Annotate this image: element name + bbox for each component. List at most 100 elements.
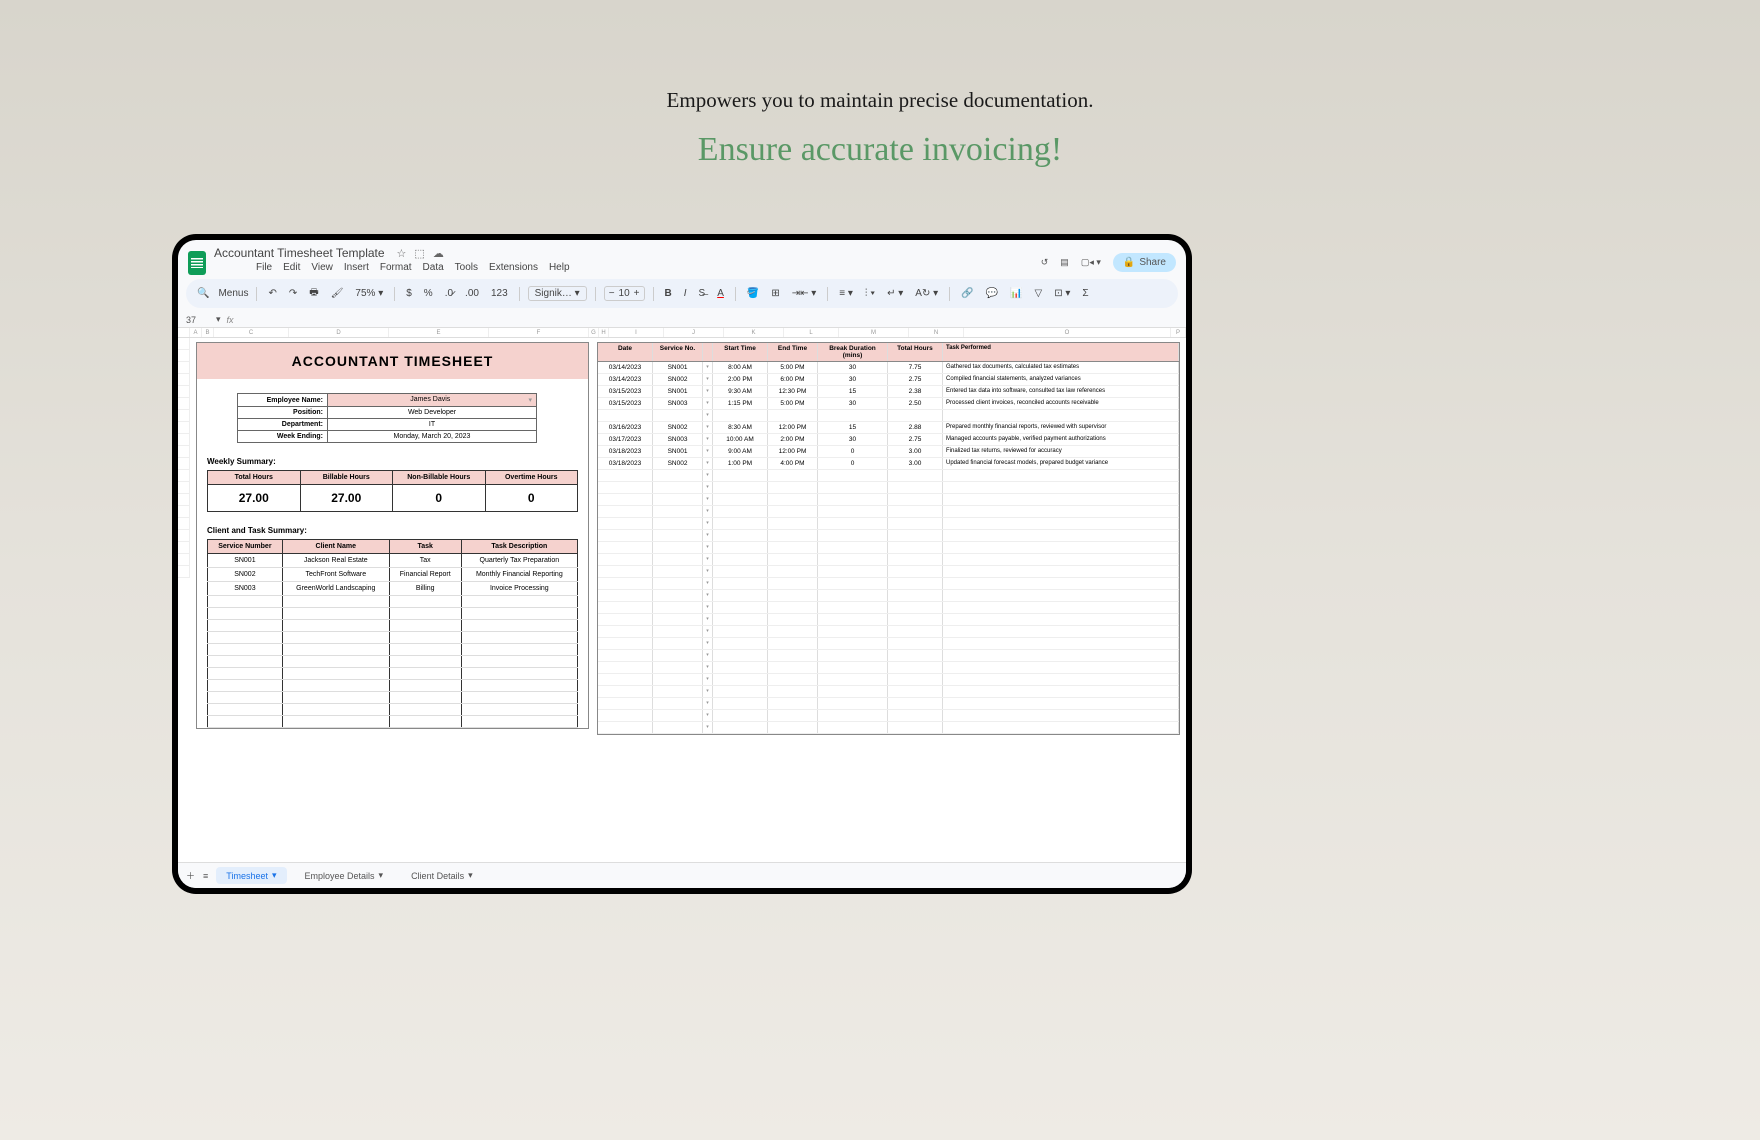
decimal-decrease-icon[interactable]: .0̷ (442, 286, 456, 301)
table-row[interactable]: ▾ (598, 542, 1179, 554)
week-ending-cell[interactable]: Monday, March 20, 2023 (328, 431, 537, 443)
tab-employee-details[interactable]: Employee Details ▾ (295, 867, 394, 884)
menu-insert[interactable]: Insert (344, 262, 369, 273)
font-size-input[interactable]: − 10 + (604, 286, 645, 301)
position-cell[interactable]: Web Developer (328, 407, 537, 419)
print-icon[interactable]: 🖶 (306, 283, 321, 304)
font-select[interactable]: Signik… ▾ (528, 286, 587, 301)
table-row[interactable]: ▾ (598, 638, 1179, 650)
table-row[interactable]: 03/14/2023SN002▾2:00 PM6:00 PM302.75Comp… (598, 374, 1179, 386)
all-sheets-icon[interactable]: ≡ (203, 871, 208, 881)
valign-icon[interactable]: ⫶ ▾ (862, 286, 878, 301)
table-row[interactable]: ▾ (598, 650, 1179, 662)
billable-hours-value: 27.00 (301, 485, 393, 511)
cloud-icon[interactable]: ☁ (433, 247, 444, 260)
table-row[interactable]: ▾ (598, 710, 1179, 722)
search-menus-label[interactable]: Menus (218, 288, 248, 299)
italic-icon[interactable]: I (681, 286, 690, 301)
add-sheet-icon[interactable]: ＋ (186, 869, 195, 882)
table-row[interactable]: ▾ (598, 662, 1179, 674)
menu-tools[interactable]: Tools (455, 262, 478, 273)
filter-icon[interactable]: ▽ (1032, 286, 1046, 301)
app-screen: Accountant Timesheet Template ☆ ⬚ ☁ File… (178, 240, 1186, 888)
table-row[interactable]: 03/17/2023SN003▾10:00 AM2:00 PM302.75Man… (598, 434, 1179, 446)
table-row[interactable]: ▾ (598, 470, 1179, 482)
merge-icon[interactable]: ⇥⇤ ▾ (789, 286, 820, 301)
functions-icon[interactable]: Σ (1079, 286, 1091, 301)
wrap-icon[interactable]: ↵ ▾ (884, 286, 906, 301)
timesheet-title: ACCOUNTANT TIMESHEET (197, 343, 588, 379)
menu-file[interactable]: File (256, 262, 272, 273)
table-row[interactable]: ▾ (598, 566, 1179, 578)
table-row[interactable]: 03/18/2023SN001▾9:00 AM12:00 PM03.00Fina… (598, 446, 1179, 458)
share-button[interactable]: 🔒 Share (1113, 253, 1176, 272)
table-row[interactable]: ▾ (598, 518, 1179, 530)
formula-bar[interactable]: 37 ▾ fx (178, 312, 1186, 328)
zoom-select[interactable]: 75% ▾ (352, 286, 386, 301)
tab-client-details[interactable]: Client Details ▾ (401, 867, 483, 884)
row-headers[interactable] (178, 338, 190, 862)
sheets-icon[interactable] (188, 251, 206, 275)
menu-extensions[interactable]: Extensions (489, 262, 538, 273)
redo-icon[interactable]: ↷ (286, 286, 300, 301)
tab-timesheet[interactable]: Timesheet ▾ (216, 867, 286, 884)
fill-color-icon[interactable]: 🪣 (744, 286, 762, 301)
star-icon[interactable]: ☆ (397, 247, 407, 260)
table-row[interactable]: ▾ (598, 626, 1179, 638)
share-label: Share (1139, 257, 1166, 268)
undo-icon[interactable]: ↶ (265, 286, 279, 301)
table-row[interactable]: ▾ (598, 506, 1179, 518)
table-row[interactable]: ▾ (598, 494, 1179, 506)
table-row[interactable]: ▾ (598, 602, 1179, 614)
table-row[interactable]: ▾ (598, 674, 1179, 686)
table-row[interactable]: ▾ (598, 590, 1179, 602)
cell-reference[interactable]: 37 (186, 315, 216, 325)
paint-format-icon[interactable]: 🖌 (328, 286, 347, 301)
menu-data[interactable]: Data (423, 262, 444, 273)
department-cell[interactable]: IT (328, 419, 537, 431)
table-row[interactable]: ▾ (598, 722, 1179, 734)
filter-views-icon[interactable]: ⊡ ▾ (1051, 286, 1073, 301)
rotate-icon[interactable]: A↻ ▾ (912, 286, 941, 301)
search-icon[interactable]: 🔍 (194, 286, 212, 301)
table-row[interactable]: ▾ (598, 410, 1179, 422)
table-row[interactable]: 03/15/2023SN001▾9:30 AM12:30 PM152.38Ent… (598, 386, 1179, 398)
halign-icon[interactable]: ≡ ▾ (836, 286, 856, 301)
table-row[interactable]: 03/18/2023SN002▾1:00 PM4:00 PM03.00Updat… (598, 458, 1179, 470)
table-row[interactable]: 03/15/2023SN003▾1:15 PM5:00 PM302.50Proc… (598, 398, 1179, 410)
table-row[interactable]: ▾ (598, 614, 1179, 626)
table-row[interactable]: 03/14/2023SN001▾8:00 AM5:00 PM307.75Gath… (598, 362, 1179, 374)
decimal-increase-icon[interactable]: .00 (462, 286, 482, 301)
table-row[interactable]: ▾ (598, 686, 1179, 698)
bold-icon[interactable]: B (662, 286, 675, 301)
table-row[interactable]: ▾ (598, 698, 1179, 710)
table-row[interactable]: ▾ (598, 482, 1179, 494)
text-color-icon[interactable]: A (714, 286, 727, 301)
menu-help[interactable]: Help (549, 262, 570, 273)
borders-icon[interactable]: ⊞ (768, 286, 782, 301)
table-row[interactable]: ▾ (598, 530, 1179, 542)
table-row[interactable]: ▾ (598, 554, 1179, 566)
currency-icon[interactable]: $ (403, 286, 415, 301)
insert-comment-icon[interactable]: 💬 (983, 286, 1001, 301)
chart-icon[interactable]: 📊 (1007, 286, 1025, 301)
menu-view[interactable]: View (311, 262, 333, 273)
table-row[interactable]: 03/16/2023SN002▾8:30 AM12:00 PM152.88Pre… (598, 422, 1179, 434)
document-title[interactable]: Accountant Timesheet Template (214, 246, 385, 260)
time-log-header: Date Service No. Start Time End Time Bre… (598, 343, 1179, 362)
table-row: SN003GreenWorld LandscapingBillingInvoic… (208, 582, 578, 596)
move-icon[interactable]: ⬚ (414, 247, 424, 260)
menu-format[interactable]: Format (380, 262, 412, 273)
more-formats-icon[interactable]: 123 (488, 286, 511, 301)
comment-icon[interactable]: ▤ (1060, 257, 1069, 268)
table-row[interactable]: ▾ (598, 578, 1179, 590)
link-icon[interactable]: 🔗 (958, 286, 976, 301)
employee-name-cell[interactable]: James Davis ▾ (328, 394, 537, 407)
strike-icon[interactable]: S̶ (696, 286, 709, 301)
menu-edit[interactable]: Edit (283, 262, 300, 273)
hero-subtitle: Empowers you to maintain precise documen… (0, 88, 1760, 113)
history-icon[interactable]: ↺ (1041, 257, 1049, 268)
column-headers[interactable]: A B C D E F G H I J K L M N O P (178, 328, 1186, 338)
percent-icon[interactable]: % (421, 286, 436, 301)
meet-icon[interactable]: ▢◂ ▾ (1081, 257, 1101, 268)
